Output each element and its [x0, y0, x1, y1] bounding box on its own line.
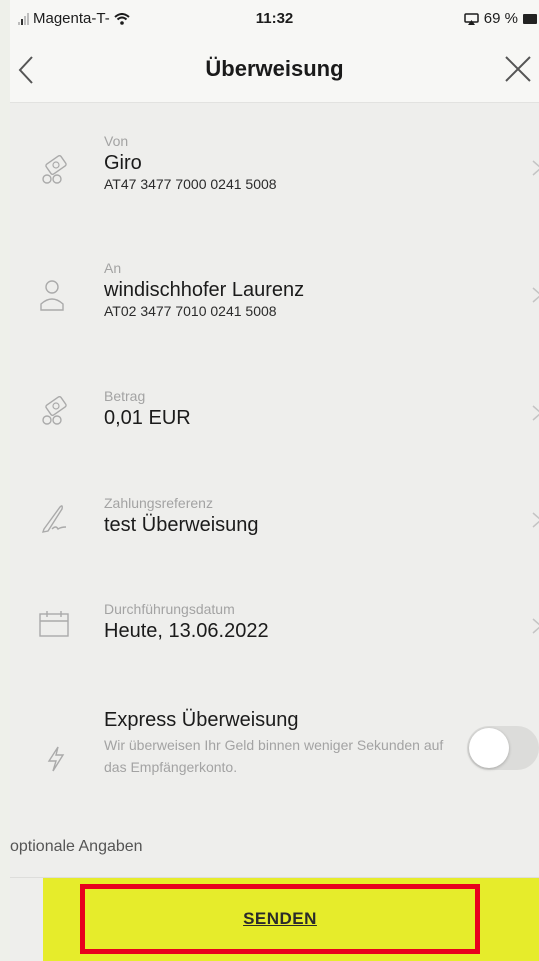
chevron-right-icon [532, 618, 539, 634]
calendar-icon [39, 611, 69, 637]
chevron-right-icon [532, 512, 539, 528]
express-description: Wir überweisen Ihr Geld binnen weniger S… [104, 737, 444, 775]
money-icon [42, 396, 67, 425]
battery-percent: 69 % [483, 10, 518, 27]
transfer-form: Von Giro AT47 3477 7000 0241 5008 An win… [10, 103, 539, 873]
field-value: Giro [104, 152, 142, 174]
row-an-text: An windischhofer Laurenz AT02 3477 7010 … [104, 260, 304, 320]
status-time: 11:32 [255, 10, 294, 27]
row-von[interactable]: Von Giro AT47 3477 7000 0241 5008 [10, 133, 539, 223]
nav-bar: Überweisung [10, 36, 539, 103]
status-bar: Magenta-T- 11:32 69 % [10, 0, 539, 36]
optional-details-label[interactable]: optionale Angaben [10, 838, 143, 856]
row-datum[interactable]: Durchführungsdatum Heute, 13.06.2022 [10, 601, 539, 661]
close-icon[interactable] [503, 54, 533, 84]
chevron-right-icon [532, 287, 539, 303]
field-label: Zahlungsreferenz [104, 495, 213, 511]
phone-screen: Magenta-T- 11:32 69 % Überweisung Von Gi… [10, 0, 539, 961]
field-label: Von [104, 133, 129, 149]
send-bar: SENDEN [43, 878, 539, 961]
chevron-right-icon [532, 405, 539, 421]
row-express-text: Express Überweisung Wir überweisen Ihr G… [104, 708, 444, 778]
page-title: Überweisung [205, 56, 344, 81]
toggle-knob [469, 728, 509, 768]
send-button-label: SENDEN [243, 909, 317, 928]
row-express: Express Überweisung Wir überweisen Ihr G… [10, 708, 539, 798]
battery-icon [523, 13, 537, 24]
send-button[interactable]: SENDEN [80, 884, 480, 954]
row-referenz[interactable]: Zahlungsreferenz test Überweisung [10, 495, 539, 555]
field-label: Durchführungsdatum [104, 601, 235, 617]
row-referenz-text: Zahlungsreferenz test Überweisung [104, 495, 259, 537]
row-betrag-text: Betrag 0,01 EUR [104, 388, 191, 430]
row-an[interactable]: An windischhofer Laurenz AT02 3477 7010 … [10, 260, 539, 350]
signature-icon [41, 505, 67, 533]
field-value: test Überweisung [104, 514, 259, 536]
field-label: Betrag [104, 388, 146, 404]
row-datum-text: Durchführungsdatum Heute, 13.06.2022 [104, 601, 269, 643]
person-icon [40, 280, 64, 311]
row-betrag[interactable]: Betrag 0,01 EUR [10, 388, 539, 448]
field-iban: AT02 3477 7010 0241 5008 [104, 303, 277, 319]
field-label: An [104, 260, 122, 276]
field-iban: AT47 3477 7000 0241 5008 [104, 176, 277, 192]
express-title: Express Überweisung [104, 709, 299, 731]
field-value: Heute, 13.06.2022 [104, 620, 269, 642]
express-toggle[interactable] [467, 726, 539, 770]
status-right: 69 % [464, 10, 537, 27]
row-von-text: Von Giro AT47 3477 7000 0241 5008 [104, 133, 277, 193]
field-value: 0,01 EUR [104, 407, 191, 429]
money-icon [42, 155, 67, 184]
lightning-icon [47, 746, 65, 772]
field-value: windischhofer Laurenz [104, 279, 305, 301]
chevron-right-icon [532, 160, 539, 176]
screen-mirroring-icon [464, 12, 479, 25]
